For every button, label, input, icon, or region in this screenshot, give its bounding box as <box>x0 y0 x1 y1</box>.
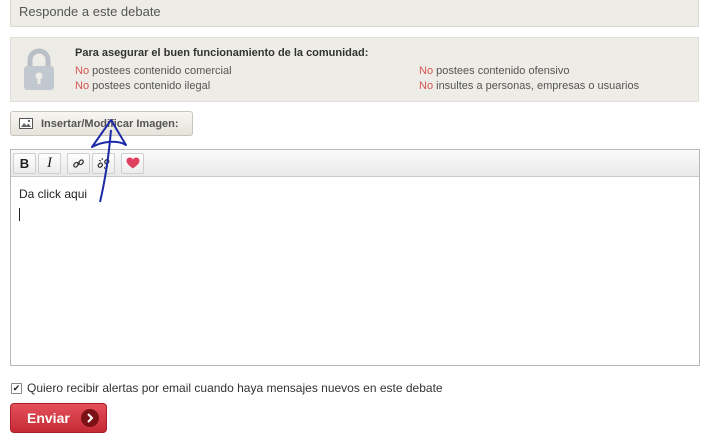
arrow-right-icon <box>81 409 99 427</box>
email-alerts-checkbox[interactable]: ✔ <box>11 382 22 394</box>
reply-header-title: Responde a este debate <box>19 4 161 19</box>
reply-editor[interactable]: B I Da click aqui <box>10 149 700 366</box>
unlink-icon <box>97 157 110 169</box>
community-rules-panel: Para asegurar el buen funcionamiento de … <box>10 37 699 102</box>
unlink-button[interactable] <box>92 152 115 174</box>
rule-item: No postees contenido comercial <box>75 65 232 77</box>
rule-item: No postees contenido ofensivo <box>419 65 569 77</box>
italic-icon: I <box>47 154 52 171</box>
rule-item: No postees contenido ilegal <box>75 80 210 92</box>
bold-icon: B <box>19 155 30 171</box>
insert-image-label: Insertar/Modificar Imagen: <box>41 117 179 130</box>
rule-item: No insultes a personas, empresas o usuar… <box>419 80 639 92</box>
rule-text: insultes a personas, empresas o usuarios <box>433 80 640 92</box>
rule-no: No <box>75 65 90 77</box>
rule-text: postees contenido comercial <box>89 65 232 77</box>
heart-button[interactable] <box>121 152 144 174</box>
send-label: Enviar <box>27 410 70 426</box>
rule-text: postees contenido ofensivo <box>433 65 570 77</box>
text-caret <box>19 208 20 221</box>
editor-toolbar: B I <box>11 150 699 177</box>
email-alerts-row[interactable]: ✔ Quiero recibir alertas por email cuand… <box>11 381 443 395</box>
reply-header: Responde a este debate <box>10 0 699 27</box>
rules-title: Para asegurar el buen funcionamiento de … <box>75 47 369 59</box>
rule-no: No <box>419 65 434 77</box>
insert-image-button[interactable]: Insertar/Modificar Imagen: <box>10 111 193 136</box>
bold-button[interactable]: B <box>13 152 36 174</box>
editor-content[interactable]: Da click aqui <box>19 187 87 201</box>
rule-no: No <box>75 80 90 92</box>
rule-no: No <box>419 80 434 92</box>
heart-icon <box>126 157 139 169</box>
send-button[interactable]: Enviar <box>10 403 107 433</box>
email-alerts-label: Quiero recibir alertas por email cuando … <box>27 381 443 395</box>
image-icon <box>19 118 33 129</box>
lock-icon <box>24 48 54 90</box>
rule-text: postees contenido ilegal <box>89 80 211 92</box>
italic-button[interactable]: I <box>38 152 61 174</box>
link-icon <box>73 158 84 168</box>
link-button[interactable] <box>67 152 90 174</box>
